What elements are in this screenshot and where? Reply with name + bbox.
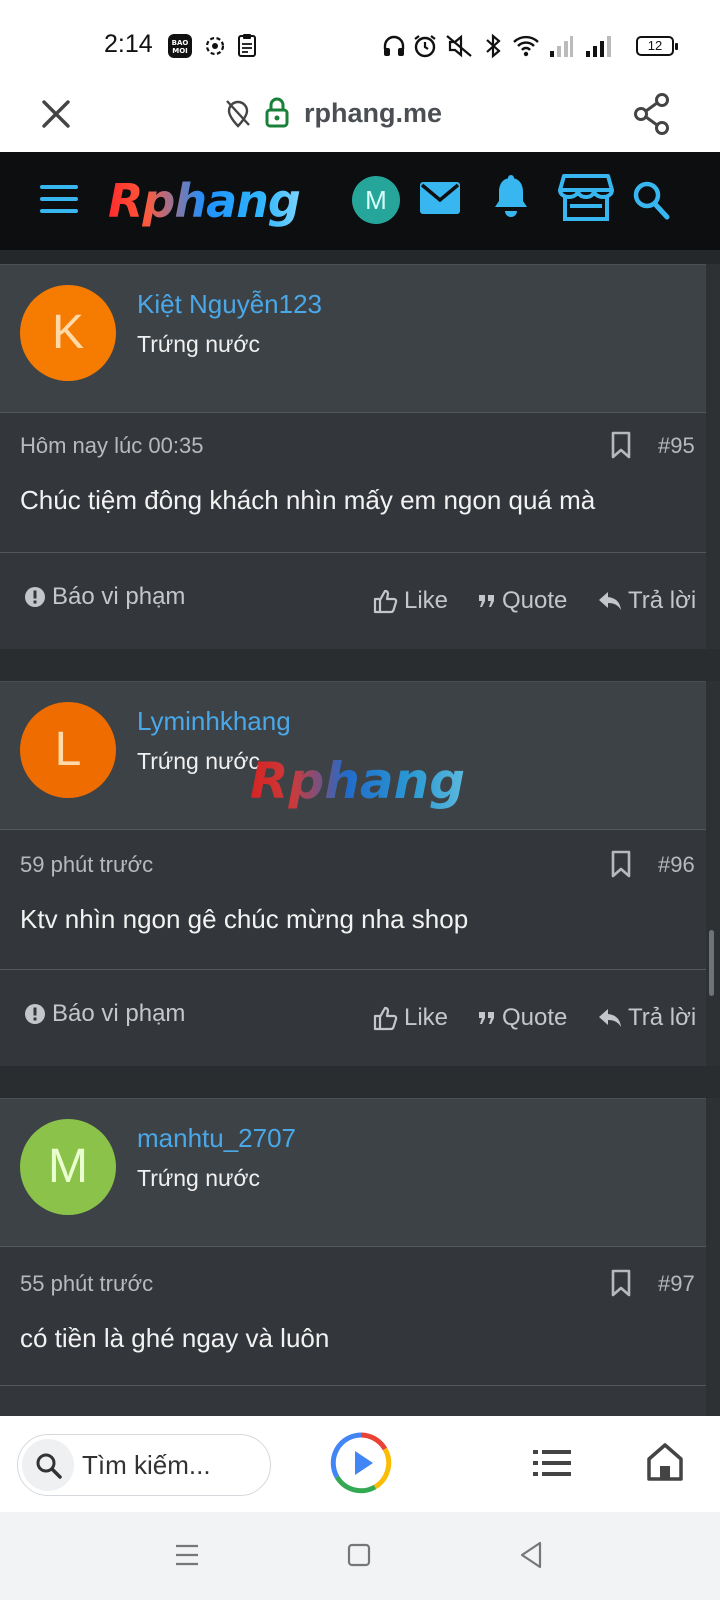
post-author-block: M manhtu_2707 Trứng nước [0, 1098, 706, 1246]
like-button[interactable]: Like [372, 1004, 448, 1032]
post-timestamp[interactable]: 55 phút trước [20, 1271, 153, 1297]
alert-icon [25, 1004, 45, 1024]
share-icon[interactable] [632, 92, 672, 136]
user-rank: Trứng nước [137, 331, 260, 357]
bookmark-icon[interactable] [610, 850, 632, 878]
header-shadow [0, 250, 720, 264]
recents-menu-icon[interactable] [174, 1542, 200, 1568]
quote-label: Quote [502, 587, 568, 614]
thumbs-up-icon [373, 1006, 398, 1031]
site-logo[interactable]: Rphang [108, 174, 301, 228]
bell-icon[interactable] [492, 174, 530, 220]
post-timestamp[interactable]: Hôm nay lúc 00:35 [20, 433, 203, 459]
alarm-icon [414, 35, 436, 58]
post-body: 59 phút trước #96 Ktv nhìn ngon gê chúc … [0, 829, 706, 969]
mute-icon [446, 34, 472, 58]
post-username[interactable]: Kiệt Nguyễn123 [137, 289, 322, 320]
svg-text:MOI: MOI [172, 47, 188, 55]
back-icon[interactable] [518, 1540, 544, 1570]
user-rank: Trứng nước [137, 748, 260, 774]
reply-icon [599, 592, 621, 610]
post-separator [0, 1066, 720, 1098]
report-label: Báo vi phạm [52, 1000, 186, 1027]
search-icon-bg [22, 1439, 74, 1491]
url-text[interactable]: rphang.me [304, 98, 442, 129]
report-button[interactable]: Báo vi phạm [24, 583, 185, 611]
bookmark-icon[interactable] [610, 1269, 632, 1297]
report-label: Báo vi phạm [52, 583, 186, 610]
menu-icon[interactable] [40, 182, 78, 216]
like-label: Like [404, 587, 449, 614]
divider [0, 1385, 706, 1386]
svg-text:BAO: BAO [172, 39, 189, 47]
post-username[interactable]: manhtu_2707 [137, 1123, 296, 1154]
home-button-icon[interactable] [346, 1542, 372, 1568]
thumbs-up-icon [373, 589, 398, 614]
signal-icon [586, 36, 611, 57]
post-timestamp[interactable]: 59 phút trước [20, 852, 153, 878]
store-icon[interactable] [558, 172, 614, 222]
alert-icon [25, 587, 45, 607]
post-username[interactable]: Lyminhkhang [137, 706, 291, 737]
signal-icon [550, 36, 573, 57]
wifi-icon [513, 35, 539, 57]
close-icon[interactable] [38, 96, 74, 132]
search-icon [36, 1453, 62, 1479]
search-input[interactable] [82, 1447, 262, 1483]
avatar[interactable]: M [20, 1119, 116, 1215]
tracking-off-icon[interactable] [224, 98, 252, 130]
user-avatar[interactable]: M [352, 176, 400, 224]
post-message: Chúc tiệm đông khách nhìn mấy em ngon qu… [20, 485, 596, 515]
user-rank: Trứng nước [137, 1165, 260, 1191]
browser-url-bar: rphang.me [0, 78, 720, 152]
post-number[interactable]: #97 [658, 1271, 695, 1297]
quote-button[interactable]: Quote [478, 1004, 567, 1032]
like-button[interactable]: Like [372, 587, 448, 615]
post-body: 55 phút trước #97 có tiền là ghé ngay và… [0, 1246, 706, 1416]
bookmark-icon[interactable] [610, 431, 632, 459]
reply-button[interactable]: Trả lời [598, 587, 696, 615]
status-bar: 2:14 BAO MOI 12 [0, 0, 720, 78]
search-icon[interactable] [632, 180, 670, 220]
mail-icon[interactable] [418, 180, 462, 216]
bluetooth-icon [486, 33, 501, 59]
clipboard-icon [238, 34, 256, 57]
report-button[interactable]: Báo vi phạm [24, 1000, 185, 1028]
watermark-logo: Rphang [250, 752, 466, 810]
system-nav-bar [0, 1512, 720, 1600]
post-message: có tiền là ghé ngay và luôn [20, 1323, 330, 1353]
reply-label: Trả lời [628, 587, 697, 614]
like-label: Like [404, 1004, 449, 1031]
reply-icon [599, 1009, 621, 1027]
site-header: Rphang M [0, 152, 720, 250]
home-icon[interactable] [646, 1442, 684, 1482]
quote-button[interactable]: Quote [478, 587, 567, 615]
post-actions: Báo vi phạm Like Quote Trả lời [0, 553, 706, 649]
post-separator [0, 649, 720, 681]
quote-label: Quote [502, 1004, 568, 1031]
bao-moi-icon: BAO MOI [168, 34, 192, 58]
avatar[interactable]: L [20, 702, 116, 798]
post-body: Hôm nay lúc 00:35 #95 Chúc tiệm đông khá… [0, 412, 706, 552]
reply-button[interactable]: Trả lời [598, 1004, 696, 1032]
reply-label: Trả lời [628, 1004, 697, 1031]
lock-icon [265, 97, 289, 128]
status-time: 2:14 [104, 30, 153, 58]
settings-sync-icon [205, 36, 225, 56]
post-author-block: K Kiệt Nguyễn123 Trứng nước [0, 264, 706, 412]
post-number[interactable]: #96 [658, 852, 695, 878]
quote-icon [479, 595, 494, 607]
bottom-toolbar [0, 1416, 720, 1512]
post-number[interactable]: #95 [658, 433, 695, 459]
scrollbar-thumb[interactable] [709, 930, 714, 996]
list-icon[interactable] [532, 1448, 572, 1478]
battery-icon: 12 [636, 36, 678, 56]
avatar[interactable]: K [20, 285, 116, 381]
post-message: Ktv nhìn ngon gê chúc mừng nha shop [20, 904, 469, 934]
search-box[interactable] [17, 1434, 271, 1496]
quote-icon [479, 1012, 494, 1024]
play-icon[interactable] [330, 1432, 392, 1494]
post-actions: Báo vi phạm Like Quote Trả lời [0, 970, 706, 1066]
headphones-icon [383, 35, 405, 56]
